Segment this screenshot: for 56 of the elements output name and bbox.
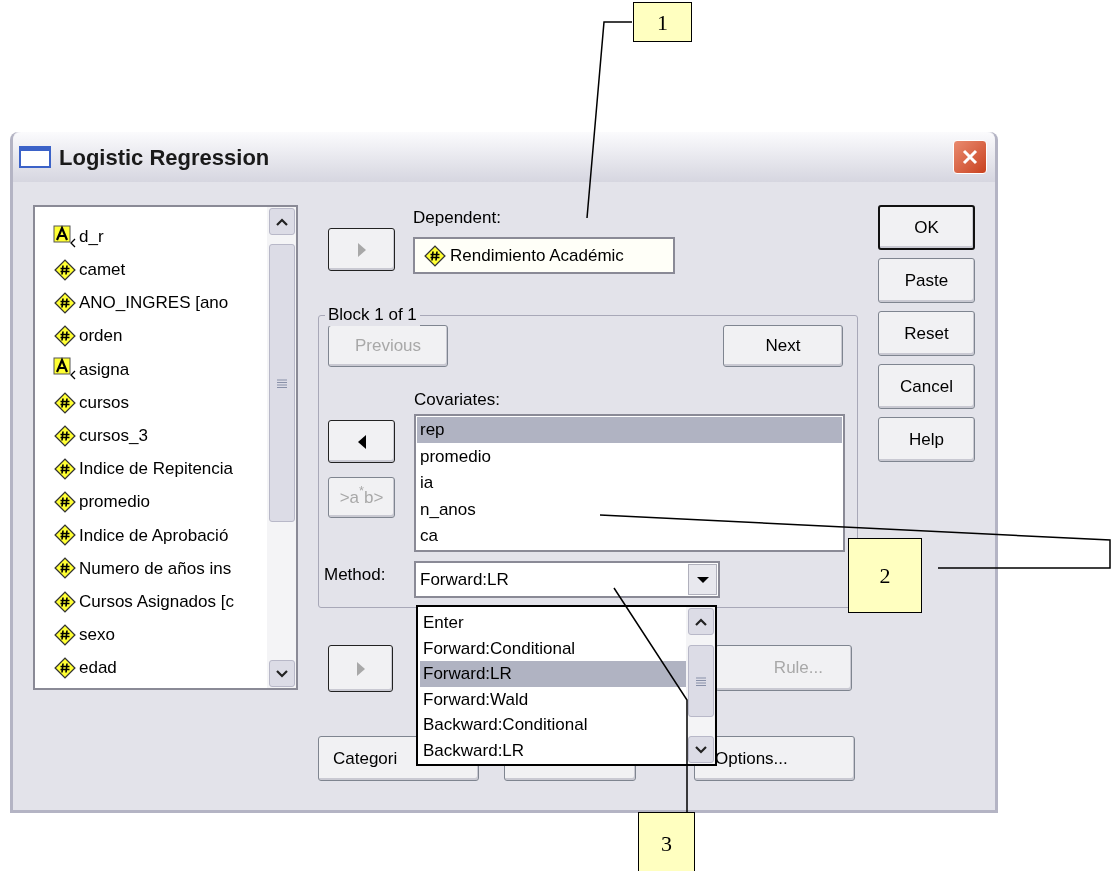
window-icon [19,146,51,168]
scroll-down-button[interactable] [269,660,295,687]
close-icon [961,148,979,166]
dropdown-button[interactable] [688,564,717,595]
scroll-thumb[interactable] [269,244,295,522]
dialog-button[interactable]: Cancel [878,364,975,409]
triangle-icon [53,224,77,249]
variable-item[interactable]: Indice de Aprobació [53,518,267,552]
variable-item[interactable]: asigna [53,352,267,386]
variable-item[interactable]: promedio [53,485,267,519]
caret-down-icon [695,575,710,584]
callout-label: 1 [633,2,692,42]
grip-icon [695,676,707,686]
scrollbar[interactable] [267,207,296,688]
dialog-button[interactable]: Paste [878,258,975,303]
dependent-field[interactable]: Rendimiento Académic [413,237,675,274]
method-dropdown[interactable]: Forward:LR [414,561,720,598]
caret-right-icon [355,241,368,258]
dialog-button[interactable]: Reset [878,311,975,356]
variable-item[interactable]: edad [53,651,267,685]
field-label: Covariates: [414,389,501,411]
caret-right-icon [354,660,367,677]
variable-item[interactable]: ANO_INGRES [ano [53,286,267,320]
variable-item[interactable]: cursos [53,385,267,420]
variable-item[interactable]: Cursos Asignados [c [53,585,267,619]
chevron-up-icon [695,617,707,626]
variable-item[interactable]: cursos_3 [53,419,267,453]
field-label: Method: [324,564,387,586]
window-title: Logistic Regression [59,143,270,172]
chevron-up-icon [276,217,288,226]
dialog-button[interactable]: OK [878,205,975,250]
variable-item[interactable]: orden [53,319,267,353]
dialog-button[interactable]: Options... [694,736,855,781]
scroll-up-button[interactable] [269,208,295,235]
grip-icon [276,378,288,388]
scrollbar[interactable] [686,607,715,764]
scroll-up-button[interactable] [688,608,714,635]
dialog-button[interactable]: Help [878,417,975,462]
variable-item[interactable]: camet [53,253,267,287]
chevron-down-icon [276,669,288,678]
triangle-icon [53,357,77,382]
variable-item[interactable]: Indice de Repitencia [53,452,267,486]
scroll-down-button[interactable] [688,736,714,763]
scroll-thumb[interactable] [688,645,714,717]
field-label: Dependent: [413,208,502,228]
move-button[interactable] [328,420,395,463]
chevron-down-icon [695,745,707,754]
covariate-item[interactable]: rep [417,417,842,444]
callout-label: 2 [848,538,922,613]
variable-item[interactable]: Numero de años ins [53,551,267,586]
next-button[interactable]: Next [723,325,843,367]
dropdown-option[interactable]: Forward:LR [420,661,686,687]
variable-item[interactable]: d_r [53,220,267,254]
close-button[interactable] [953,140,987,174]
variable-item[interactable]: sexo [53,618,267,652]
callout-label: 3 [638,812,695,871]
